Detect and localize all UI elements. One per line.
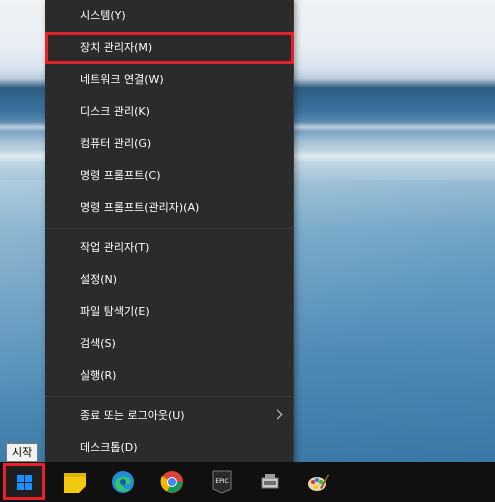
paint-icon[interactable] <box>306 470 330 494</box>
device-icon[interactable] <box>258 470 282 494</box>
edge-icon[interactable] <box>111 470 135 494</box>
menu-item-label: 검색(S) <box>80 337 116 350</box>
winx-context-menu: 시스템(Y) 장치 관리자(M) 네트워크 연결(W) 디스크 관리(K) 컴퓨… <box>45 0 294 473</box>
menu-item-command-prompt-admin[interactable]: 명령 프롬프트(관리자)(A) <box>45 192 293 224</box>
menu-item-label: 디스크 관리(K) <box>80 105 150 118</box>
menu-item-run[interactable]: 실행(R) <box>45 360 293 392</box>
menu-separator <box>45 228 293 229</box>
windows-logo-icon <box>17 475 33 491</box>
menu-item-search[interactable]: 검색(S) <box>45 328 293 360</box>
menu-item-label: 데스크톱(D) <box>80 441 138 454</box>
menu-item-label: 작업 관리자(T) <box>80 241 150 254</box>
menu-item-shutdown-signout[interactable]: 종료 또는 로그아웃(U) <box>45 400 293 432</box>
menu-item-settings[interactable]: 설정(N) <box>45 264 293 296</box>
menu-item-task-manager[interactable]: 작업 관리자(T) <box>45 232 293 264</box>
menu-item-network-connections[interactable]: 네트워크 연결(W) <box>45 64 293 96</box>
chrome-icon[interactable] <box>160 470 184 494</box>
menu-separator <box>45 396 293 397</box>
menu-item-desktop[interactable]: 데스크톱(D) <box>45 432 293 464</box>
epic-games-icon[interactable]: EPIC <box>210 470 234 494</box>
menu-item-file-explorer[interactable]: 파일 탐색기(E) <box>45 296 293 328</box>
menu-item-label: 설정(N) <box>80 273 118 286</box>
start-tooltip: 시작 <box>6 443 39 462</box>
menu-item-label: 명령 프롬프트(관리자)(A) <box>80 201 200 214</box>
menu-item-label: 실행(R) <box>80 369 117 382</box>
menu-item-label: 네트워크 연결(W) <box>80 73 164 86</box>
menu-item-disk-management[interactable]: 디스크 관리(K) <box>45 96 293 128</box>
menu-item-computer-management[interactable]: 컴퓨터 관리(G) <box>45 128 293 160</box>
menu-item-label: 시스템(Y) <box>80 9 126 22</box>
sticky-notes-icon[interactable] <box>63 470 87 494</box>
menu-item-label: 명령 프롬프트(C) <box>80 169 161 182</box>
start-button[interactable] <box>3 463 45 500</box>
menu-item-device-manager[interactable]: 장치 관리자(M) <box>45 32 294 64</box>
menu-item-label: 종료 또는 로그아웃(U) <box>80 409 185 422</box>
menu-item-system[interactable]: 시스템(Y) <box>45 0 293 32</box>
menu-item-label: 장치 관리자(M) <box>80 41 153 54</box>
epic-games-logo-text: EPIC <box>215 478 228 485</box>
chevron-right-icon <box>272 409 283 420</box>
menu-item-label: 컴퓨터 관리(G) <box>80 137 152 150</box>
menu-item-label: 파일 탐색기(E) <box>80 305 150 318</box>
menu-item-command-prompt[interactable]: 명령 프롬프트(C) <box>45 160 293 192</box>
